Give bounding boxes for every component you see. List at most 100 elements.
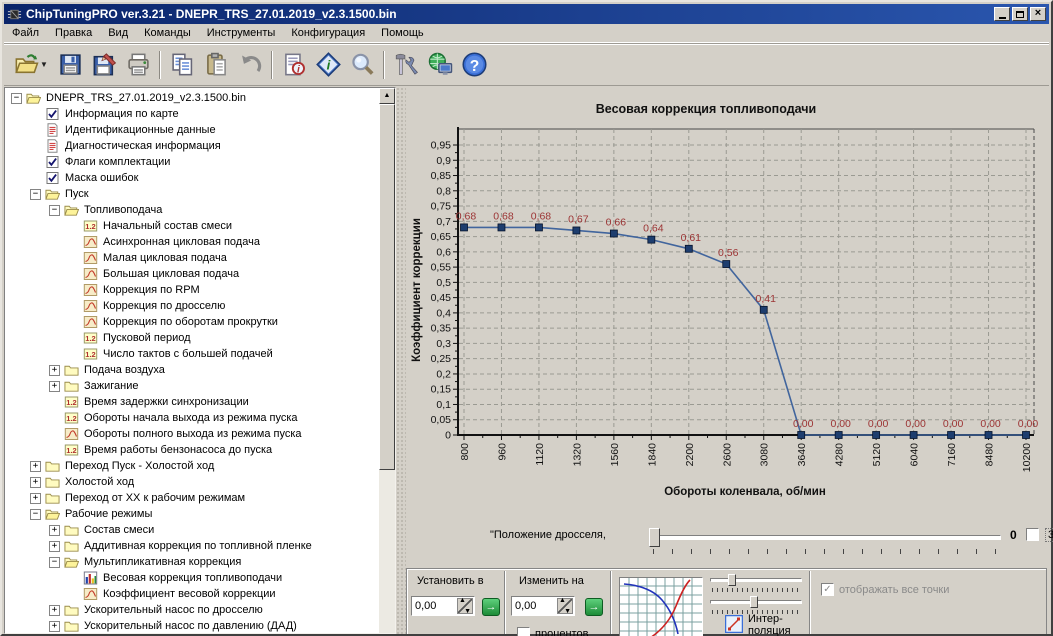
tree-item[interactable]: − Пуск bbox=[5, 186, 379, 202]
expand-box[interactable]: + bbox=[49, 540, 60, 552]
set-to-spinner[interactable]: ▲ ▼ bbox=[457, 597, 473, 615]
tree-item[interactable]: Обороты полного выхода из режима пуска bbox=[5, 426, 379, 442]
interpolation-button[interactable] bbox=[724, 614, 744, 634]
expand-box[interactable]: + bbox=[49, 364, 60, 376]
dropdown-arrow-icon[interactable]: ▼ bbox=[40, 60, 48, 69]
maximize-button[interactable] bbox=[1012, 7, 1028, 21]
paste-button[interactable] bbox=[199, 49, 233, 81]
tree-item[interactable]: + Состав смеси bbox=[5, 522, 379, 538]
tree-item[interactable]: + Подача воздуха bbox=[5, 362, 379, 378]
report-button[interactable]: i bbox=[277, 49, 311, 81]
mini-slider-2[interactable] bbox=[710, 595, 802, 615]
fuel-correction-chart[interactable]: 0 0,05 0,1 0,15 0,2 0,25 0,3 0,35 0,4 0,45 0,5 0,55… bbox=[406, 87, 1048, 507]
collapse-box[interactable]: − bbox=[30, 188, 41, 200]
menu-item[interactable]: Вид bbox=[100, 25, 136, 41]
collapse-box[interactable]: − bbox=[30, 508, 41, 520]
tree-item[interactable]: 1.2 Время задержки синхронизации bbox=[5, 394, 379, 410]
expand-box[interactable]: + bbox=[49, 620, 60, 632]
expand-box[interactable]: + bbox=[49, 380, 60, 392]
tree-item[interactable]: + Аддитивная коррекция по топливной пленк… bbox=[5, 538, 379, 554]
apply-set-button[interactable]: → bbox=[482, 598, 500, 616]
mini-slider-1[interactable] bbox=[710, 573, 802, 593]
tree-scrollbar[interactable]: ▲ bbox=[379, 88, 395, 633]
tree-item[interactable]: Малая цикловая подача bbox=[5, 250, 379, 266]
save-icon bbox=[59, 54, 81, 75]
save-button[interactable] bbox=[53, 49, 87, 81]
close-button[interactable]: × bbox=[1030, 7, 1046, 21]
menu-item[interactable]: Правка bbox=[47, 25, 100, 41]
tree-item[interactable]: + Холостой ход bbox=[5, 474, 379, 490]
print-button[interactable] bbox=[121, 49, 155, 81]
collapse-box[interactable]: − bbox=[49, 556, 60, 568]
tree-item[interactable]: − Топливоподача bbox=[5, 202, 379, 218]
tree-item[interactable]: Флаги комплектации bbox=[5, 154, 379, 170]
show-all-points-checkbox[interactable]: ✓ bbox=[821, 583, 834, 596]
menu-item[interactable]: Инструменты bbox=[199, 25, 284, 41]
throttle-slider[interactable] bbox=[649, 527, 1001, 554]
apply-change-button[interactable]: → bbox=[585, 598, 603, 616]
menu-item[interactable]: Помощь bbox=[373, 25, 432, 41]
change-by-spinner[interactable]: ▲ ▼ bbox=[557, 597, 573, 615]
3d-checkbox-label[interactable]: 3D bbox=[1045, 528, 1053, 542]
svg-text:0,55: 0,55 bbox=[431, 262, 452, 274]
scroll-up-button[interactable]: ▲ bbox=[379, 88, 395, 104]
network-button[interactable] bbox=[423, 49, 457, 81]
mini-slider-2-thumb[interactable] bbox=[750, 596, 758, 608]
tools-button[interactable] bbox=[389, 49, 423, 81]
tree-item[interactable]: Весовая коррекция топливоподачи bbox=[5, 570, 379, 586]
tree-item[interactable]: + Зажигание bbox=[5, 378, 379, 394]
tree-item[interactable]: Информация по карте bbox=[5, 106, 379, 122]
throttle-slider-track[interactable] bbox=[649, 535, 1001, 540]
tree-item[interactable]: 1.2 Обороты начала выхода из режима пуска bbox=[5, 410, 379, 426]
undo-button[interactable] bbox=[233, 49, 267, 81]
tree-item[interactable]: 1.2 Время работы бензонасоса до пуска bbox=[5, 442, 379, 458]
collapse-box[interactable]: − bbox=[49, 204, 60, 216]
tree-item[interactable]: Коррекция по дросселю bbox=[5, 298, 379, 314]
tree-item[interactable]: Диагностическая информация bbox=[5, 138, 379, 154]
tree-item[interactable]: 1.2 Пусковой период bbox=[5, 330, 379, 346]
menu-item[interactable]: Команды bbox=[136, 25, 199, 41]
tree-item[interactable]: − Мультипликативная коррекция bbox=[5, 554, 379, 570]
copy-icon bbox=[171, 53, 192, 76]
tree-item[interactable]: Коэффициент весовой коррекции bbox=[5, 586, 379, 602]
copy-button[interactable] bbox=[165, 49, 199, 81]
scrollbar-thumb[interactable] bbox=[379, 104, 395, 470]
tree-item[interactable]: Маска ошибок bbox=[5, 170, 379, 186]
save-as-button[interactable] bbox=[87, 49, 121, 81]
tree-item[interactable]: + Переход Пуск - Холостой ход bbox=[5, 458, 379, 474]
toolbar-separator bbox=[159, 50, 161, 79]
menu-item[interactable]: Файл bbox=[4, 25, 47, 41]
curve-preview-button[interactable] bbox=[619, 577, 703, 636]
tree-item[interactable]: Коррекция по RPM bbox=[5, 282, 379, 298]
percent-checkbox[interactable] bbox=[517, 627, 530, 636]
tree-item[interactable]: − Рабочие режимы bbox=[5, 506, 379, 522]
tree-item[interactable]: + Ускорительный насос по давлению (ДАД) bbox=[5, 618, 379, 633]
expand-box[interactable]: + bbox=[49, 524, 60, 536]
tree-item[interactable]: Коррекция по оборотам прокрутки bbox=[5, 314, 379, 330]
tree-item[interactable]: Большая цикловая подача bbox=[5, 266, 379, 282]
title-bar[interactable]: ChipTuningPRO ver.3.21 - DNEPR_TRS_27.01… bbox=[4, 4, 1049, 24]
expand-box[interactable]: + bbox=[30, 476, 41, 488]
menu-item[interactable]: Конфигурация bbox=[283, 25, 373, 41]
mini-slider-1-thumb[interactable] bbox=[728, 574, 736, 586]
3d-checkbox[interactable] bbox=[1026, 528, 1039, 541]
search-button[interactable] bbox=[345, 49, 379, 81]
help-button[interactable]: ? bbox=[457, 49, 491, 81]
tree-item[interactable]: − DNEPR_TRS_27.01.2019_v2.3.1500.bin bbox=[5, 90, 379, 106]
expand-box[interactable]: + bbox=[49, 604, 60, 616]
expand-box[interactable]: + bbox=[30, 492, 41, 504]
percent-label: процентов bbox=[535, 627, 589, 636]
throttle-slider-thumb[interactable] bbox=[649, 528, 660, 547]
minimize-button[interactable] bbox=[994, 7, 1010, 21]
tree-item[interactable]: + Переход от ХХ к рабочим режимам bbox=[5, 490, 379, 506]
tree-item[interactable]: 1.2 Начальный состав смеси bbox=[5, 218, 379, 234]
expand-box[interactable]: + bbox=[30, 460, 41, 472]
open-button[interactable]: ▼ bbox=[9, 49, 53, 81]
info-button[interactable]: i bbox=[311, 49, 345, 81]
collapse-box[interactable]: − bbox=[11, 92, 22, 104]
tree-item[interactable]: Асинхронная цикловая подача bbox=[5, 234, 379, 250]
tree-item[interactable]: 1.2 Число тактов с большей подачей bbox=[5, 346, 379, 362]
tree-item[interactable]: + Ускорительный насос по дросселю bbox=[5, 602, 379, 618]
tree-item[interactable]: Идентификационные данные bbox=[5, 122, 379, 138]
panel-splitter[interactable] bbox=[396, 87, 406, 634]
